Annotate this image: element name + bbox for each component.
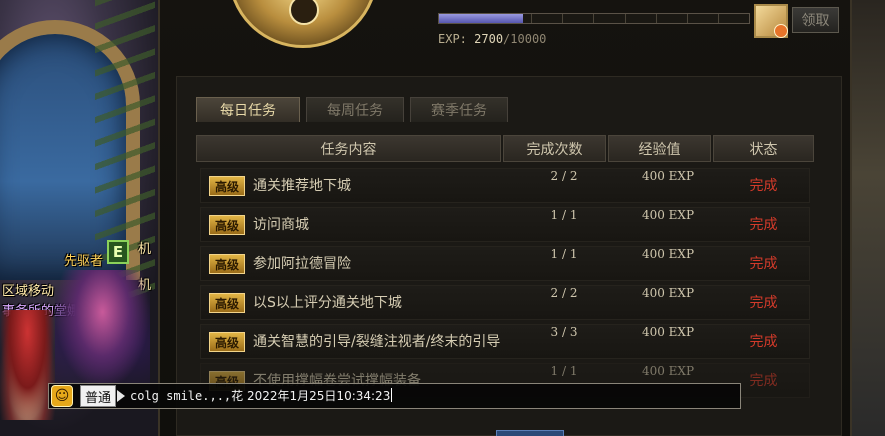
header-count: 完成次数 [503,135,606,162]
tier-badge: 高级 [209,293,245,313]
exp-progress-bar [438,13,750,24]
table-row[interactable]: 高级 参加阿拉德冒险 1 / 1 400 EXP 完成 [200,246,810,281]
table-row[interactable]: 高级 以S以上评分通关地下城 2 / 2 400 EXP 完成 [200,285,810,320]
task-exp: 400 EXP [641,325,695,339]
timer-icon [774,24,788,38]
text-caret [391,388,393,402]
task-exp: 400 EXP [641,286,695,300]
task-status: 完成 [749,295,778,311]
exp-segment [719,14,749,23]
claim-button[interactable]: 领取 [792,7,839,33]
exp-segment [626,14,657,23]
player-name-vanguard[interactable]: 先驱者 [64,250,103,269]
table-row[interactable]: 高级 通关智慧的引导/裂缝注视者/终末的引导 3 / 3 400 EXP 完成 [200,324,810,359]
exp-current: 2700 [474,32,504,46]
tab-weekly[interactable]: 每周任务 [306,97,404,122]
tier-badge: 高级 [209,254,245,274]
emblem-core [289,0,319,25]
task-count: 1 / 1 [550,247,578,261]
exp-segment [657,14,688,23]
header-status: 状态 [713,135,814,162]
task-status: 完成 [749,256,778,272]
npc-character[interactable] [55,270,150,390]
tab-season[interactable]: 赛季任务 [410,97,508,122]
region-move-link[interactable]: 区域移动 [2,280,54,299]
task-status: 完成 [749,334,778,350]
task-name: 通关推荐地下城 [253,178,351,194]
channel-arrow-icon[interactable] [117,390,125,402]
tier-badge: 高级 [209,176,245,196]
task-name: 参加阿拉德冒险 [253,256,351,272]
tier-badge: 高级 [209,332,245,352]
task-exp: 400 EXP [641,208,695,222]
chat-channel-select[interactable]: 普通 [80,385,116,407]
label-machine-top: 机 [138,242,152,257]
quest-rows: 高级 通关推荐地下城 2 / 2 400 EXP 完成 高级 访问商城 1 / … [200,168,810,402]
exp-max: 10000 [510,32,547,46]
task-count: 1 / 1 [550,208,578,222]
tab-daily[interactable]: 每日任务 [196,97,300,122]
exp-segment [688,14,719,23]
exp-readout: EXP: 2700/10000 [438,32,547,46]
bottom-button[interactable] [496,430,564,436]
tier-badge: 高级 [209,215,245,235]
task-count: 2 / 2 [550,286,578,300]
exp-segment [563,14,595,23]
task-status: 完成 [749,217,778,233]
table-row[interactable]: 高级 通关推荐地下城 2 / 2 400 EXP 完成 [200,168,810,203]
table-row[interactable]: 高级 访问商城 1 / 1 400 EXP 完成 [200,207,810,242]
player-character[interactable] [0,310,55,420]
quest-tabs: 每日任务 每周任务 赛季任务 [196,97,508,122]
exp-segment [594,14,626,23]
task-status: 完成 [749,178,778,194]
chat-input[interactable]: colg smile.,.,花 2022年1月25日10:34:23 [130,386,730,406]
chat-timestamp: 2022年1月25日10:34:23 [246,389,391,403]
task-exp: 400 EXP [641,169,695,183]
task-name: 访问商城 [253,217,309,233]
header-task: 任务内容 [196,135,501,162]
task-name: 通关智慧的引导/裂缝注视者/终末的引导 [253,334,501,350]
exp-label: EXP: [438,32,467,46]
header-exp: 经验值 [608,135,711,162]
emoji-icon[interactable]: ☺ [51,385,73,407]
task-name: 以S以上评分通关地下城 [253,295,402,311]
task-count: 2 / 2 [550,169,578,183]
exp-progress-fill [439,14,523,23]
task-count: 3 / 3 [550,325,578,339]
task-exp: 400 EXP [641,247,695,261]
exp-segment [532,14,564,23]
chat-user-text: colg smile.,.,花 [130,389,244,403]
reward-box-icon[interactable] [754,4,788,38]
e-badge-icon: E [107,240,129,264]
quest-table-header: 任务内容 完成次数 经验值 状态 [196,135,814,162]
